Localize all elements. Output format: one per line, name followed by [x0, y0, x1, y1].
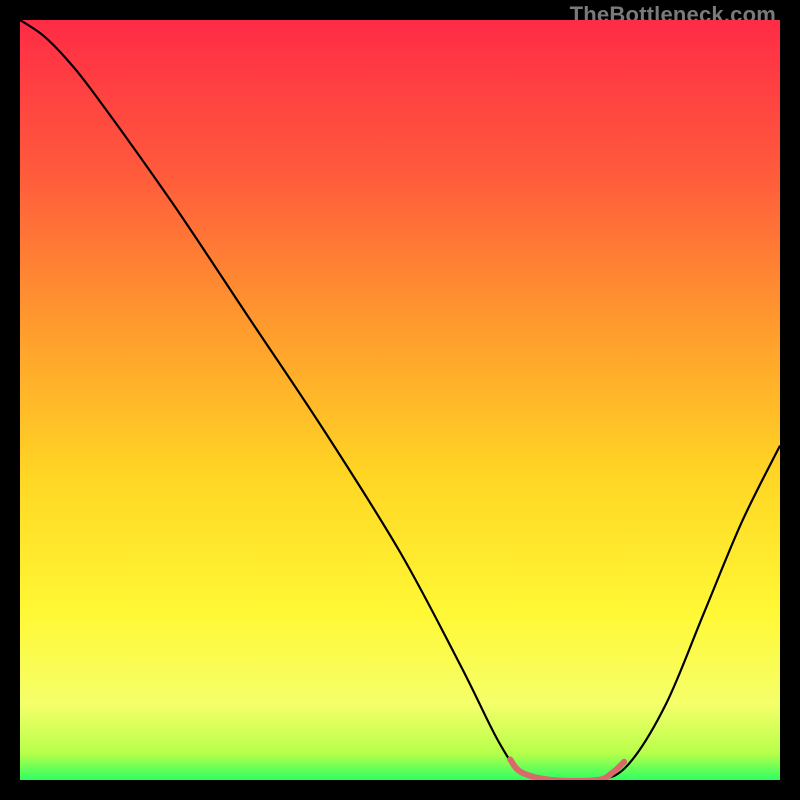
gradient-background: [20, 20, 780, 780]
chart-frame: [20, 20, 780, 780]
bottleneck-chart: [20, 20, 780, 780]
